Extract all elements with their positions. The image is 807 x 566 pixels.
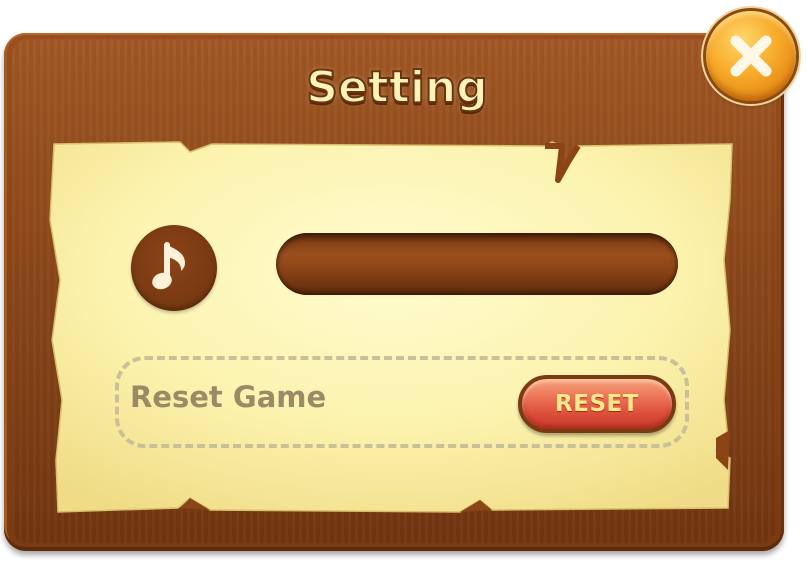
settings-screen: Setting Reset Game RESET (0, 0, 807, 566)
music-note-icon (131, 225, 217, 311)
close-x-icon (730, 35, 772, 77)
parchment-shape (49, 141, 733, 513)
parchment-panel (40, 140, 736, 520)
dialog-title: Setting (305, 61, 489, 114)
reset-button[interactable]: RESET (518, 375, 676, 433)
reset-game-label: Reset Game (130, 380, 327, 414)
music-volume-slider[interactable] (276, 233, 678, 295)
close-button[interactable] (706, 11, 796, 101)
